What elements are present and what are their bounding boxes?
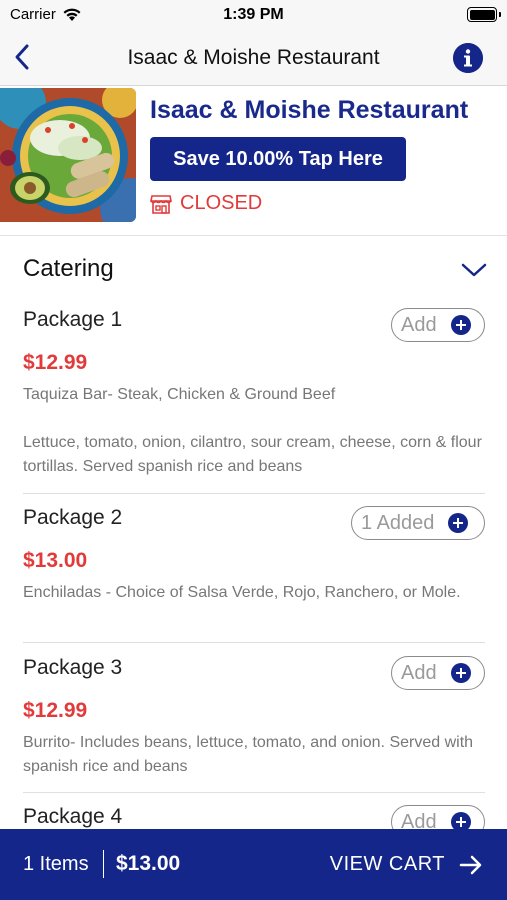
item-name: Package 4: [23, 805, 123, 828]
menu-item[interactable]: Package 3 Add $12.99 Burrito- Includes b…: [23, 656, 485, 786]
nav-bar: Isaac & Moishe Restaurant: [0, 30, 507, 86]
menu-item[interactable]: Package 4 Add: [23, 805, 485, 829]
status-closed-label: CLOSED: [180, 192, 263, 214]
item-price: $12.99: [23, 699, 88, 722]
chevron-down-icon[interactable]: [461, 260, 487, 280]
add-button[interactable]: Add: [391, 656, 485, 690]
cart-item-count: 1 Items: [23, 853, 89, 875]
store-status: CLOSED: [150, 192, 262, 215]
add-button[interactable]: Add: [391, 308, 485, 342]
info-icon[interactable]: [453, 43, 483, 73]
divider: [23, 493, 485, 494]
add-button[interactable]: Add: [391, 805, 485, 829]
battery-icon: [467, 7, 497, 22]
back-chevron-icon[interactable]: [10, 42, 34, 72]
section-title: Catering: [23, 255, 114, 282]
item-description: Enchiladas - Choice of Salsa Verde, Rojo…: [23, 584, 461, 601]
menu-item[interactable]: Package 2 1 Added $13.00 Enchiladas - Ch…: [23, 506, 485, 636]
view-cart-button[interactable]: VIEW CART: [330, 853, 483, 876]
item-name: Package 1: [23, 308, 123, 331]
item-description: Taquiza Bar- Steak, Chicken & Ground Bee…: [23, 386, 482, 475]
item-name: Package 3: [23, 656, 123, 679]
restaurant-header: Isaac & Moishe Restaurant Save 10.00% Ta…: [0, 86, 507, 236]
status-time: 1:39 PM: [223, 6, 284, 23]
add-button-label: Add: [401, 313, 437, 336]
cart-bar[interactable]: 1 Items $13.00 VIEW CART: [0, 829, 507, 900]
divider: [23, 642, 485, 643]
restaurant-photo: [0, 88, 136, 222]
item-description: Burrito- Includes beans, lettuce, tomato…: [23, 734, 474, 775]
cart-separator: [103, 850, 104, 878]
item-name: Package 2: [23, 506, 123, 529]
item-price: $12.99: [23, 351, 88, 374]
arrow-right-icon: [459, 855, 482, 874]
plus-icon: [448, 513, 469, 533]
menu-item[interactable]: Package 1 Add $12.99 Taquiza Bar- Steak,…: [23, 308, 485, 488]
plus-icon: [450, 315, 471, 335]
view-cart-label: VIEW CART: [329, 853, 445, 875]
add-button-label: Add: [401, 661, 437, 684]
plus-icon: [450, 812, 471, 829]
add-button-label: Add: [401, 810, 437, 830]
item-price: $13.00: [23, 549, 88, 572]
battery-tip: [499, 12, 501, 17]
add-button-label: 1 Added: [361, 511, 435, 534]
nav-title: Isaac & Moishe Restaurant: [127, 46, 380, 69]
plus-icon: [450, 663, 471, 683]
cart-total: $13.00: [116, 852, 181, 875]
added-button[interactable]: 1 Added: [351, 506, 485, 540]
restaurant-name: Isaac & Moishe Restaurant: [150, 96, 469, 124]
promo-button[interactable]: Save 10.00% Tap Here: [150, 137, 406, 181]
status-bar: Carrier 1:39 PM: [0, 0, 507, 30]
store-icon: [150, 194, 172, 214]
divider: [23, 792, 485, 793]
